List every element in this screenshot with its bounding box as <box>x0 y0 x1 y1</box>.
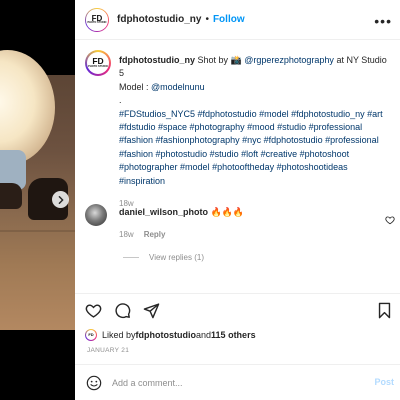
comment-like-button[interactable] <box>385 212 395 230</box>
caption-username[interactable]: fdphotostudio_ny <box>119 55 195 65</box>
caption-model-line: Model : @modelnunu <box>119 81 394 94</box>
avatar-logo-subtext: PHOTO STUDIO <box>87 21 107 25</box>
photo-boot-left <box>0 183 22 209</box>
avatar-logo-text: FD <box>88 332 94 338</box>
comment-text: 🔥🔥🔥 <box>208 207 245 217</box>
header-avatar[interactable]: FD PHOTO STUDIO <box>85 8 109 32</box>
view-replies-button[interactable]: View replies (1) <box>123 253 204 262</box>
next-photo-button[interactable] <box>52 191 69 208</box>
model-label: Model : <box>119 81 152 92</box>
comment-meta: 18w Reply <box>119 230 165 239</box>
heart-icon[interactable] <box>85 302 102 319</box>
view-replies-label: View replies (1) <box>149 253 204 262</box>
avatar-logo-subtext: PHOTO STUDIO <box>88 64 108 68</box>
reply-button[interactable]: Reply <box>144 230 166 239</box>
post-photo[interactable] <box>0 0 75 400</box>
likes-others[interactable]: 115 others <box>211 330 256 340</box>
post-comment-button[interactable]: Post <box>374 377 394 387</box>
photographer-mention[interactable]: @rgperezphotography <box>244 55 334 65</box>
post-actions <box>85 302 160 319</box>
emoji-icon[interactable] <box>86 375 102 391</box>
post-header: FD PHOTO STUDIO fdphotostudio_ny • Follo… <box>75 0 400 40</box>
header-text: fdphotostudio_ny • Follow <box>117 14 245 25</box>
actions-divider <box>75 293 400 294</box>
caption-dot: . <box>119 95 122 106</box>
chevron-right-icon <box>58 195 64 204</box>
heart-icon <box>385 216 395 225</box>
caption-text: Shot by 📸 <box>195 55 245 65</box>
photo-floor <box>0 230 75 232</box>
model-mention[interactable]: @modelnunu <box>151 82 205 92</box>
comment-icon[interactable] <box>114 302 131 319</box>
caption-line-1: fdphotostudio_ny Shot by 📸 @rgperezphoto… <box>119 54 394 81</box>
comment: daniel_wilson_photo 🔥🔥🔥 <box>119 207 379 218</box>
caption-avatar[interactable]: FD PHOTO STUDIO <box>85 50 111 76</box>
bookmark-icon <box>378 302 391 319</box>
follow-button[interactable]: Follow <box>213 14 245 25</box>
likes-user[interactable]: fdphotostudio <box>136 330 196 340</box>
likes-middle: and <box>196 330 212 340</box>
post-date: JANUARY 21 <box>87 347 130 354</box>
comment-username[interactable]: daniel_wilson_photo <box>119 207 208 217</box>
comment-input[interactable]: Add a comment... <box>112 378 183 388</box>
header-username[interactable]: fdphotostudio_ny <box>117 14 201 25</box>
caption-hashtags[interactable]: #FDStudios_NYC5 #fdphotostudio #model #f… <box>119 108 394 188</box>
post-side-panel: FD PHOTO STUDIO fdphotostudio_ny • Follo… <box>75 0 400 400</box>
header-separator: • <box>205 14 209 25</box>
save-button[interactable] <box>377 302 392 324</box>
likes-row: FD Liked by fdphotostudio and 115 others <box>85 329 256 341</box>
comment-time: 18w <box>119 230 134 239</box>
more-dots-icon[interactable]: ••• <box>374 13 392 29</box>
commenter-avatar[interactable] <box>85 204 107 226</box>
post-caption: fdphotostudio_ny Shot by 📸 @rgperezphoto… <box>119 54 394 210</box>
view-replies-line <box>123 257 139 258</box>
share-icon[interactable] <box>143 302 160 319</box>
likes-prefix: Liked by <box>102 330 136 340</box>
likes-avatar[interactable]: FD <box>85 329 97 341</box>
add-comment-bar: Add a comment... <box>75 365 400 400</box>
